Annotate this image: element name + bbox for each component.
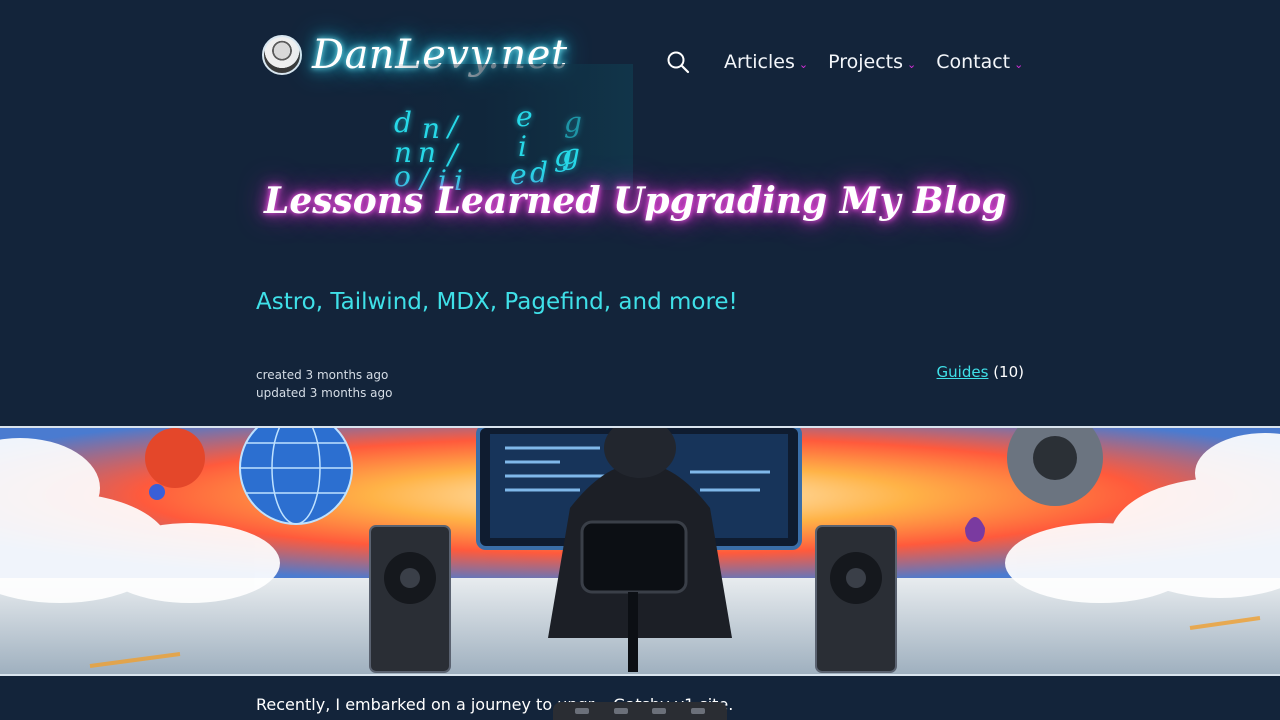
post-dates: created 3 months ago updated 3 months ag…: [256, 366, 393, 402]
nav-contact[interactable]: Contact ⌄: [936, 51, 1023, 73]
avatar-icon: [262, 35, 302, 75]
nav-articles[interactable]: Articles ⌄: [724, 51, 808, 73]
nav-articles-label: Articles: [724, 51, 795, 73]
chevron-down-icon: ⌄: [1014, 58, 1024, 71]
category-count: (10): [993, 363, 1024, 381]
page-title: Lessons Learned Upgrading My Blog: [264, 180, 1007, 222]
code-glyph: g: [554, 140, 572, 173]
toolbar-button[interactable]: [652, 708, 667, 714]
floating-toolbar[interactable]: [553, 702, 727, 720]
toolbar-button[interactable]: [613, 708, 628, 714]
code-rain-art: d n / e g n n / i g o / i i e d g: [386, 64, 633, 190]
created-date: created 3 months ago: [256, 368, 389, 382]
code-glyph: g: [564, 106, 582, 139]
search-icon[interactable]: [666, 50, 690, 74]
updated-date: updated 3 months ago: [256, 386, 393, 400]
banner-illustration: [0, 428, 1280, 674]
chevron-down-icon: ⌄: [798, 58, 809, 71]
chevron-down-icon: ⌄: [906, 58, 917, 71]
main-nav: Articles ⌄ Projects ⌄ Contact ⌄: [666, 50, 1043, 74]
page: DanLevy.net Articles ⌄ Projects ⌄ Contac…: [0, 0, 1280, 720]
code-glyph: e: [516, 100, 533, 133]
hero-banner-image: [0, 426, 1280, 676]
toolbar-button[interactable]: [575, 708, 590, 714]
toolbar-button[interactable]: [690, 708, 705, 714]
category-link[interactable]: Guides: [937, 363, 989, 381]
nav-contact-label: Contact: [936, 51, 1011, 73]
post-category: Guides (10): [937, 363, 1024, 381]
code-glyph: d: [394, 106, 412, 139]
nav-projects[interactable]: Projects ⌄: [828, 51, 916, 73]
page-subtitle: Astro, Tailwind, MDX, Pagefind, and more…: [256, 289, 738, 315]
nav-projects-label: Projects: [828, 51, 903, 73]
